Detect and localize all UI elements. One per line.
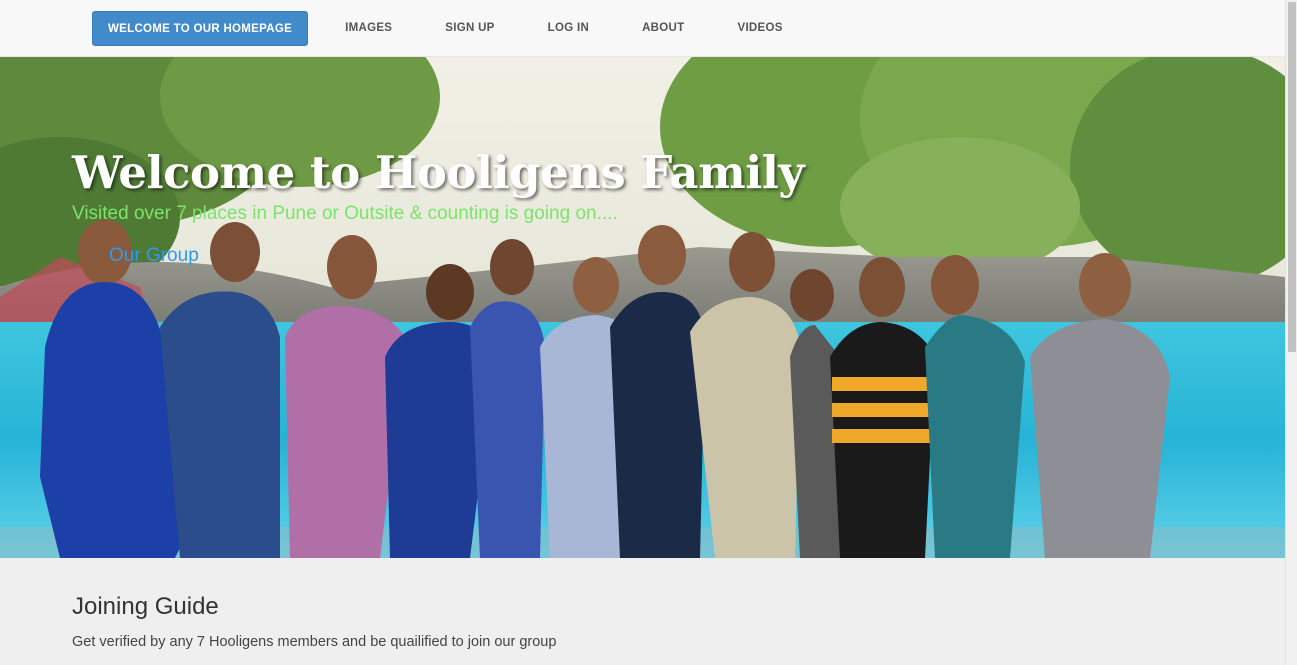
- group-photo: [0, 57, 1285, 558]
- joining-guide-section: Joining Guide Get verified by any 7 Hool…: [72, 593, 556, 650]
- hero-subtitle: Visited over 7 places in Pune or Outsite…: [72, 203, 618, 224]
- scrollbar[interactable]: [1285, 0, 1297, 665]
- nav-item-log-in[interactable]: LOG IN: [532, 11, 605, 46]
- hero-banner: Welcome to Hooligens Family Visited over…: [0, 57, 1285, 558]
- nav-item-sign-up[interactable]: SIGN UP: [429, 11, 510, 46]
- top-navbar: WELCOME TO OUR HOMEPAGE IMAGES SIGN UP L…: [0, 0, 1285, 57]
- nav-list: WELCOME TO OUR HOMEPAGE IMAGES SIGN UP L…: [92, 11, 799, 46]
- scrollbar-thumb[interactable]: [1288, 2, 1296, 352]
- section-heading: Joining Guide: [72, 593, 219, 620]
- nav-item-about[interactable]: ABOUT: [626, 11, 700, 46]
- our-group-link[interactable]: Our Group: [109, 245, 199, 267]
- nav-item-videos[interactable]: VIDEOS: [721, 11, 798, 46]
- nav-item-home[interactable]: WELCOME TO OUR HOMEPAGE: [92, 11, 309, 46]
- nav-item-images[interactable]: IMAGES: [329, 11, 408, 46]
- section-text: Get verified by any 7 Hooligens members …: [72, 634, 557, 650]
- hero-title: Welcome to Hooligens Family: [72, 146, 805, 199]
